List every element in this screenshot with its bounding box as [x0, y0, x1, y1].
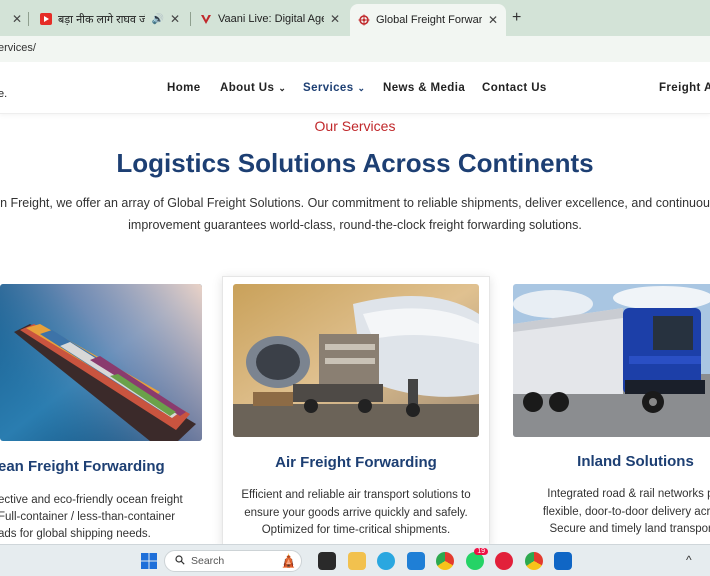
card-desc-line: Optimized for time-critical shipments. — [261, 524, 451, 536]
windows-start-icon[interactable] — [140, 552, 158, 570]
chrome-profile-icon[interactable] — [525, 552, 543, 570]
card-desc-line: ensure your goods arrive quickly and saf… — [244, 507, 468, 519]
search-placeholder: Search — [191, 555, 225, 567]
temple-widget-icon[interactable]: 🛕 — [281, 553, 297, 569]
tab-pinned-partial[interactable]: ✕ — [4, 6, 22, 32]
new-tab-button[interactable]: + — [512, 9, 521, 27]
tab-title: Global Freight Forwarding Servi — [376, 14, 482, 26]
nav-label: Freight Au — [659, 82, 710, 94]
air-freight-image — [233, 284, 479, 437]
card-title[interactable]: ean Freight Forwarding — [0, 458, 165, 475]
card-desc-line: ective and eco-friendly ocean freight — [0, 494, 183, 506]
speaker-icon[interactable]: 🔊 — [151, 14, 163, 25]
vaani-icon — [200, 13, 212, 25]
ship-wheel-icon — [358, 14, 370, 26]
chevron-down-icon: ⌄ — [357, 82, 366, 93]
chrome-icon[interactable] — [436, 552, 454, 570]
outlook-icon[interactable] — [554, 552, 572, 570]
nav-label: About Us — [220, 82, 275, 94]
nav-contact-us[interactable]: Contact Us — [482, 82, 547, 94]
service-card-ocean[interactable]: ean Freight Forwarding ective and eco-fr… — [0, 276, 210, 544]
nav-freight-au[interactable]: Freight Au — [659, 82, 710, 94]
whatsapp-icon[interactable]: 19 — [466, 548, 488, 570]
youtube-icon — [40, 13, 52, 25]
notification-badge: 19 — [474, 548, 488, 555]
inland-truck-image — [513, 284, 710, 437]
close-tab-icon[interactable]: ✕ — [12, 12, 22, 26]
media-player-icon[interactable] — [495, 552, 513, 570]
url-text[interactable]: ervices/ — [0, 42, 36, 54]
tab-separator — [28, 12, 29, 26]
chevron-down-icon: ⌄ — [278, 82, 287, 93]
tab-global-freight[interactable]: Global Freight Forwarding Servi ✕ — [350, 4, 506, 36]
task-view-icon[interactable] — [318, 552, 336, 570]
card-title[interactable]: Inland Solutions — [503, 453, 710, 470]
nav-label: Services — [303, 82, 354, 94]
card-title[interactable]: Air Freight Forwarding — [223, 454, 489, 471]
windows-taskbar: Search 🛕 19 ^ — [0, 544, 710, 576]
service-card-inland[interactable]: Inland Solutions Integrated road & rail … — [503, 276, 710, 544]
edge-icon[interactable] — [377, 552, 395, 570]
tab-vaani[interactable]: Vaani Live: Digital Agency, Web ✕ — [192, 6, 348, 32]
nav-news-media[interactable]: News & Media — [383, 82, 465, 94]
vscode-icon[interactable] — [407, 552, 425, 570]
nav-label: News & Media — [383, 82, 466, 94]
nav-services[interactable]: Services ⌄ — [303, 82, 365, 94]
nav-home[interactable]: Home — [167, 82, 201, 94]
site-logo[interactable]: e. — [0, 88, 7, 100]
ocean-freight-image — [0, 284, 202, 441]
site-header: e. Home About Us ⌄ Services ⌄ News & Med… — [0, 62, 710, 114]
intro-text-line-1: n Freight, we offer an array of Global F… — [0, 196, 710, 210]
card-desc-line: flexible, door-to-door delivery across — [542, 506, 710, 518]
tab-title: बड़ा नीक लागे राघव जी के गा — [58, 13, 146, 26]
tray-chevron-icon[interactable]: ^ — [686, 553, 692, 567]
nav-label: Home — [167, 82, 201, 94]
close-tab-icon[interactable]: ✕ — [330, 12, 340, 26]
nav-about-us[interactable]: About Us ⌄ — [220, 82, 286, 94]
nav-label: Contact Us — [482, 82, 547, 94]
file-explorer-icon[interactable] — [348, 552, 366, 570]
address-bar[interactable]: ervices/ — [0, 36, 710, 62]
browser-tab-strip: ✕ बड़ा नीक लागे राघव जी के गा 🔊 ✕ Vaani … — [0, 0, 710, 36]
card-desc-line: Efficient and reliable air transport sol… — [241, 489, 471, 501]
section-subheading: Our Services — [314, 118, 396, 134]
card-desc-line: Integrated road & rail networks pro — [547, 488, 710, 500]
card-desc-line: ads for global shipping needs. — [0, 528, 151, 540]
card-desc-line: Secure and timely land transporte — [549, 523, 710, 535]
search-icon — [175, 554, 185, 568]
page-title: Logistics Solutions Across Continents — [116, 148, 594, 178]
service-card-air[interactable]: Air Freight Forwarding Efficient and rel… — [222, 276, 490, 546]
close-tab-icon[interactable]: ✕ — [170, 12, 180, 26]
taskbar-search-input[interactable]: Search 🛕 — [164, 550, 302, 572]
card-desc-line: Full-container / less-than-container — [0, 511, 176, 523]
close-tab-icon[interactable]: ✕ — [488, 13, 498, 27]
intro-text-line-2: improvement guarantees world-class, roun… — [128, 218, 582, 232]
tab-youtube[interactable]: बड़ा नीक लागे राघव जी के गा 🔊 ✕ — [32, 6, 188, 32]
tab-title: Vaani Live: Digital Agency, Web — [218, 13, 324, 25]
tab-separator — [190, 12, 191, 26]
